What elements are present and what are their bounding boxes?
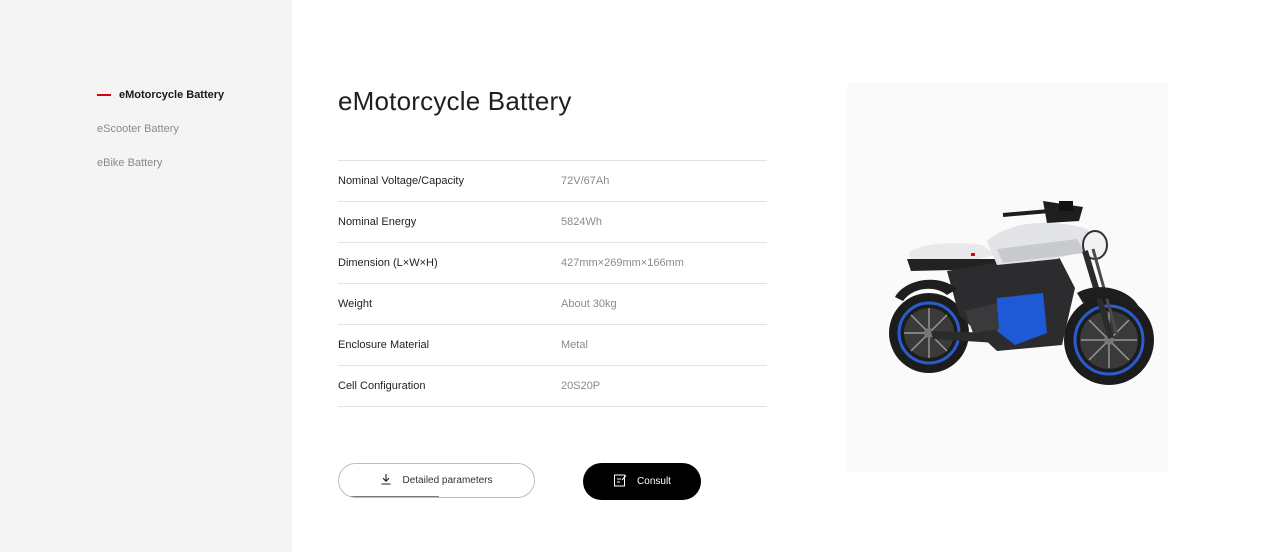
active-indicator	[97, 94, 111, 96]
spec-value: 427mm×269mm×166mm	[561, 257, 684, 269]
spec-row: Nominal Voltage/Capacity 72V/67Ah	[338, 160, 767, 201]
spec-row: Nominal Energy 5824Wh	[338, 201, 767, 242]
consult-button[interactable]: Consult	[583, 463, 701, 500]
product-image-panel	[847, 83, 1168, 472]
edit-note-icon	[613, 473, 627, 490]
detailed-parameters-label: Detailed parameters	[402, 475, 493, 486]
spec-value: 20S20P	[561, 380, 601, 392]
spec-row: Enclosure Material Metal	[338, 324, 767, 365]
spec-label: Nominal Voltage/Capacity	[338, 175, 464, 187]
sidebar-item-emotorcycle-battery[interactable]: eMotorcycle Battery	[97, 89, 224, 101]
spec-label: Enclosure Material	[338, 339, 430, 351]
sidebar-item-label: eMotorcycle Battery	[119, 89, 225, 101]
spec-row: Weight About 30kg	[338, 283, 767, 324]
motorcycle-image	[889, 201, 1154, 385]
spec-value: 72V/67Ah	[561, 175, 610, 187]
spec-table: Nominal Voltage/Capacity 72V/67Ah Nomina…	[338, 160, 767, 407]
spec-label: Weight	[338, 298, 373, 310]
sidebar: eMotorcycle Battery eScooter Battery eBi…	[0, 0, 292, 552]
sidebar-item-escooter-battery[interactable]: eScooter Battery	[97, 123, 179, 135]
page-title: eMotorcycle Battery	[338, 86, 572, 116]
spec-label: Dimension (L×W×H)	[338, 257, 438, 269]
spec-value: 5824Wh	[561, 216, 602, 228]
spec-label: Nominal Energy	[338, 216, 417, 228]
spec-label: Cell Configuration	[338, 380, 426, 392]
button-hover-underline	[341, 496, 439, 497]
download-icon	[380, 473, 392, 488]
consult-label: Consult	[637, 476, 671, 487]
spec-value: Metal	[561, 339, 588, 351]
spec-row: Cell Configuration 20S20P	[338, 365, 767, 407]
detailed-parameters-button[interactable]: Detailed parameters	[338, 463, 535, 498]
spec-value: About 30kg	[561, 298, 617, 310]
sidebar-item-label: eBike Battery	[97, 157, 163, 169]
sidebar-item-label: eScooter Battery	[97, 123, 179, 135]
spec-row: Dimension (L×W×H) 427mm×269mm×166mm	[338, 242, 767, 283]
sidebar-item-ebike-battery[interactable]: eBike Battery	[97, 157, 162, 169]
